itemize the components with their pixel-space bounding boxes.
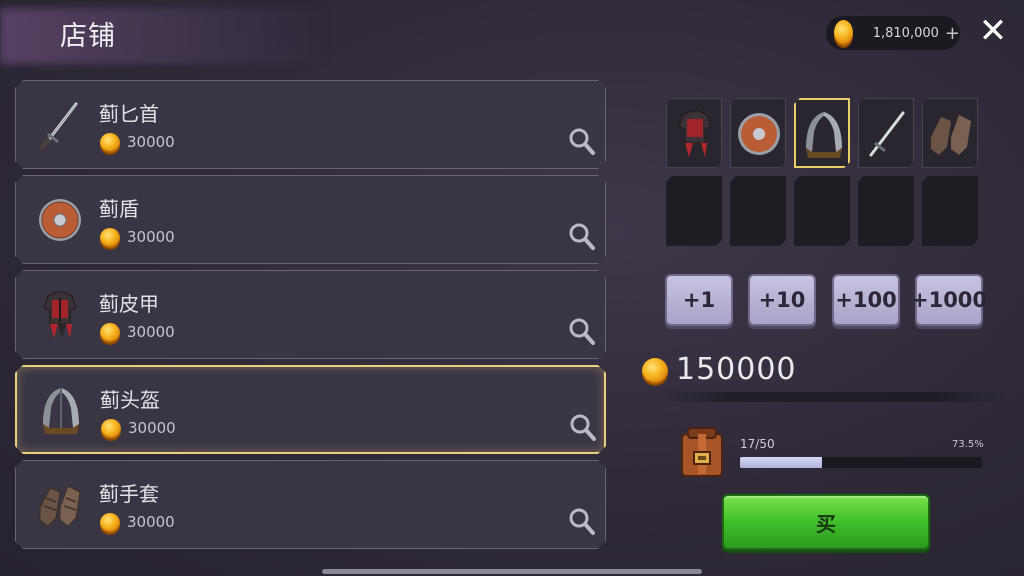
round-shield-icon: [36, 193, 84, 247]
shop-item-shield[interactable]: 蓟盾 30000: [15, 175, 606, 264]
currency-display[interactable]: 1,810,000 +: [826, 16, 960, 50]
item-price: 30000: [127, 133, 175, 151]
total-price: 150000: [676, 352, 797, 387]
inventory-capacity: 17/50: [740, 437, 775, 451]
shop-item-helmet[interactable]: 蓟头盔 30000: [15, 365, 606, 454]
empty-slot: [858, 176, 914, 246]
item-name: 蓟盾: [99, 197, 139, 221]
item-name: 蓟头盔: [100, 388, 160, 412]
preview-slot-helmet[interactable]: [794, 98, 850, 168]
gold-coin-icon: [100, 228, 120, 248]
item-price: 30000: [127, 513, 175, 531]
preview-slot-shield[interactable]: [730, 98, 786, 168]
gold-coin-icon: [834, 20, 853, 46]
inventory-progress-bar: [740, 457, 982, 468]
shop-item-dagger[interactable]: 蓟匕首 30000: [15, 80, 606, 169]
item-name: 蓟皮甲: [99, 292, 159, 316]
item-name: 蓟匕首: [99, 102, 159, 126]
page-title: 店铺: [60, 21, 116, 52]
gold-coin-icon: [642, 358, 668, 384]
item-price: 30000: [127, 323, 175, 341]
gauntlets-icon: [927, 107, 975, 161]
empty-slot: [666, 176, 722, 246]
currency-amount: 1,810,000: [872, 25, 939, 41]
gold-coin-icon: [100, 133, 120, 153]
helmet-icon: [800, 108, 848, 162]
quantity-plus-1-button[interactable]: +1: [665, 274, 733, 326]
backpack-icon: [681, 427, 723, 477]
item-name: 蓟手套: [99, 482, 159, 506]
leather-armor-icon: [671, 107, 719, 161]
item-price: 30000: [128, 419, 176, 437]
buy-button[interactable]: 买: [722, 494, 930, 550]
quantity-plus-10-button[interactable]: +10: [748, 274, 816, 326]
divider: [660, 392, 1005, 402]
quantity-plus-1000-button[interactable]: +1000: [911, 274, 987, 326]
shop-item-leather-armor[interactable]: 蓟皮甲 30000: [15, 270, 606, 359]
helmet-icon: [37, 384, 85, 438]
inventory-percent: 73.5%: [952, 439, 984, 450]
empty-slot: [794, 176, 850, 246]
gold-coin-icon: [100, 323, 120, 343]
magnifier-icon[interactable]: [568, 507, 596, 537]
shop-item-gauntlets[interactable]: 蓟手套 30000: [15, 460, 606, 549]
gold-coin-icon: [101, 419, 121, 439]
preview-slot-armor[interactable]: [666, 98, 722, 168]
leather-armor-icon: [36, 288, 84, 342]
home-indicator[interactable]: [322, 569, 702, 574]
preview-slot-dagger[interactable]: [858, 98, 914, 168]
close-icon[interactable]: ✕: [978, 14, 1008, 48]
magnifier-icon[interactable]: [569, 413, 597, 443]
add-currency-button[interactable]: +: [945, 23, 960, 44]
quantity-plus-100-button[interactable]: +100: [832, 274, 900, 326]
empty-slot: [730, 176, 786, 246]
magnifier-icon[interactable]: [568, 222, 596, 252]
dagger-icon: [863, 107, 911, 161]
empty-slot: [922, 176, 978, 246]
gauntlets-icon: [36, 478, 84, 532]
preview-slot-gauntlets[interactable]: [922, 98, 978, 168]
magnifier-icon[interactable]: [568, 317, 596, 347]
gold-coin-icon: [100, 513, 120, 533]
item-price: 30000: [127, 228, 175, 246]
magnifier-icon[interactable]: [568, 127, 596, 157]
round-shield-icon: [735, 107, 783, 161]
title-banner: [0, 8, 330, 64]
dagger-icon: [36, 98, 84, 152]
inventory-progress-fill: [740, 457, 823, 468]
